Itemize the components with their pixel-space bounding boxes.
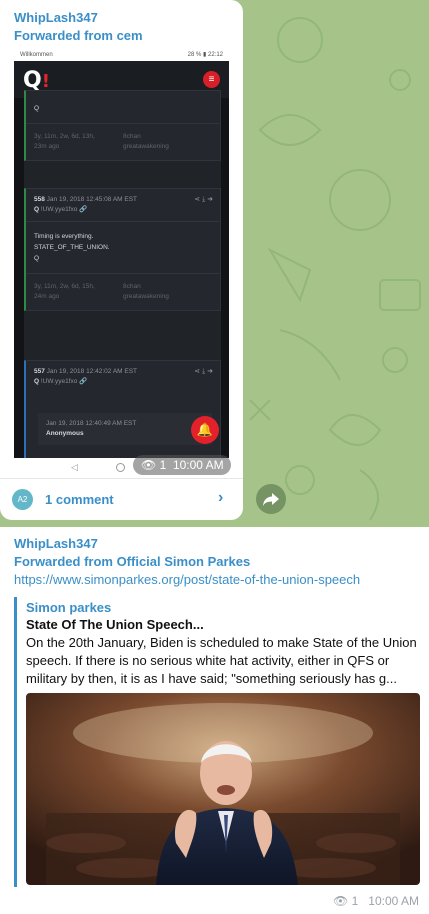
message-time: 10:00 AM	[172, 458, 224, 472]
comments-count[interactable]: 1 comment	[45, 492, 114, 507]
post-line: Q	[34, 105, 40, 112]
link-icon: 🔗	[79, 206, 88, 213]
post-date: Jan 19, 2018 12:45:08 AM EST	[46, 196, 138, 203]
post-date: Jan 19, 2018 12:42:02 AM EST	[46, 368, 138, 375]
view-count: 1	[351, 894, 359, 908]
bell-icon: 🔔	[191, 416, 219, 444]
post-line: Q	[34, 255, 40, 262]
attached-screenshot[interactable]: Willkommen 28 % ▮ 22:12 Q! ≡ Q 3y, 11m, …	[14, 48, 229, 478]
post-age: 24m ago	[34, 293, 60, 300]
post-source: 8chan	[123, 133, 141, 140]
message-bubble-2[interactable]: WhipLash347 Forwarded from Official Simo…	[0, 527, 429, 914]
status-left-text: Willkommen	[20, 51, 53, 58]
post-board: greatawakening	[123, 293, 169, 300]
message-link[interactable]: https://www.simonparkes.org/post/state-o…	[14, 572, 360, 587]
share-download-icons: ⋖ ⤓ ➜	[194, 196, 213, 203]
post-trip: !UW.yye1fxo	[40, 206, 78, 213]
post-card: 558 Jan 19, 2018 12:45:08 AM EST Q !UW.y…	[24, 188, 221, 311]
phone-status-bar: Willkommen 28 % ▮ 22:12	[14, 48, 229, 61]
back-icon: ◁	[71, 462, 78, 472]
post-header: 557 Jan 19, 2018 12:42:02 AM EST Q !UW.y…	[26, 361, 220, 393]
message-meta: 👁 1 10:00 AM	[333, 894, 419, 908]
sender-name[interactable]: WhipLash347	[14, 10, 98, 25]
speech-photo	[26, 693, 420, 885]
share-button[interactable]	[256, 484, 286, 514]
post-card: Q 3y, 11m, 2w, 6d, 13h, 23m ago 8chan gr…	[24, 90, 221, 161]
eye-icon: 👁	[333, 894, 349, 908]
post-header: 558 Jan 19, 2018 12:45:08 AM EST Q !UW.y…	[26, 189, 220, 221]
view-count: 1	[159, 458, 167, 472]
preview-site-name: Simon parkes	[26, 600, 112, 615]
reply-author: Anonymous	[46, 430, 84, 437]
post-id: 558	[34, 196, 45, 203]
forwarded-from[interactable]: Forwarded from cem	[14, 28, 143, 43]
message-bubble-1[interactable]: WhipLash347 Forwarded from cem Willkomme…	[0, 0, 243, 520]
preview-image[interactable]	[26, 693, 420, 885]
post-id: 557	[34, 368, 45, 375]
post-body: Q	[26, 91, 220, 123]
post-line: STATE_OF_THE_UNION.	[34, 244, 110, 251]
home-icon	[116, 463, 125, 472]
eye-icon: 👁	[141, 458, 157, 472]
post-age: 3y, 11m, 2w, 6d, 13h,	[34, 133, 95, 140]
post-card: 557 Jan 19, 2018 12:42:02 AM EST Q !UW.y…	[24, 360, 221, 470]
post-age: 23m ago	[34, 143, 60, 150]
menu-icon: ≡	[203, 71, 220, 88]
post-source: 8chan	[123, 283, 141, 290]
post-author: Q	[34, 206, 40, 213]
message-time: 10:00 AM	[368, 894, 419, 908]
link-preview[interactable]: Simon parkes State Of The Union Speech..…	[14, 597, 420, 887]
post-meta: 3y, 11m, 2w, 6d, 13h, 23m ago 8chan grea…	[26, 123, 220, 160]
link-icon: 🔗	[79, 378, 88, 385]
post-age: 3y, 11m, 2w, 6d, 15h,	[34, 283, 95, 290]
post-meta: 3y, 11m, 2w, 6d, 15h, 24m ago 8chan grea…	[26, 273, 220, 310]
share-arrow-icon	[263, 493, 279, 506]
avatar: A2	[12, 489, 33, 510]
reply-box: Jan 19, 2018 12:40:49 AM EST Anonymous	[38, 413, 212, 445]
post-trip: !UW.yye1fxo	[40, 378, 78, 385]
post-board: greatawakening	[123, 143, 169, 150]
post-body: Timing is everything. STATE_OF_THE_UNION…	[26, 221, 220, 273]
status-right-text: 28 % ▮ 22:12	[187, 52, 223, 58]
reply-date: Jan 19, 2018 12:40:49 AM EST	[46, 420, 137, 427]
message-meta-overlay: 👁 1 10:00 AM	[133, 455, 231, 475]
post-feed: Q 3y, 11m, 2w, 6d, 13h, 23m ago 8chan gr…	[24, 90, 221, 470]
preview-title: State Of The Union Speech...	[26, 617, 204, 632]
sender-name[interactable]: WhipLash347	[14, 536, 98, 551]
forwarded-from[interactable]: Forwarded from Official Simon Parkes	[14, 554, 250, 569]
preview-description: On the 20th January, Biden is scheduled …	[26, 635, 417, 686]
comments-bar[interactable]: A2 1 comment ›	[0, 478, 243, 520]
share-download-icons: ⋖ ⤓ ➜	[194, 368, 213, 375]
post-author: Q	[34, 378, 40, 385]
post-line: Timing is everything.	[34, 233, 94, 240]
chevron-right-icon[interactable]: ›	[218, 489, 223, 507]
